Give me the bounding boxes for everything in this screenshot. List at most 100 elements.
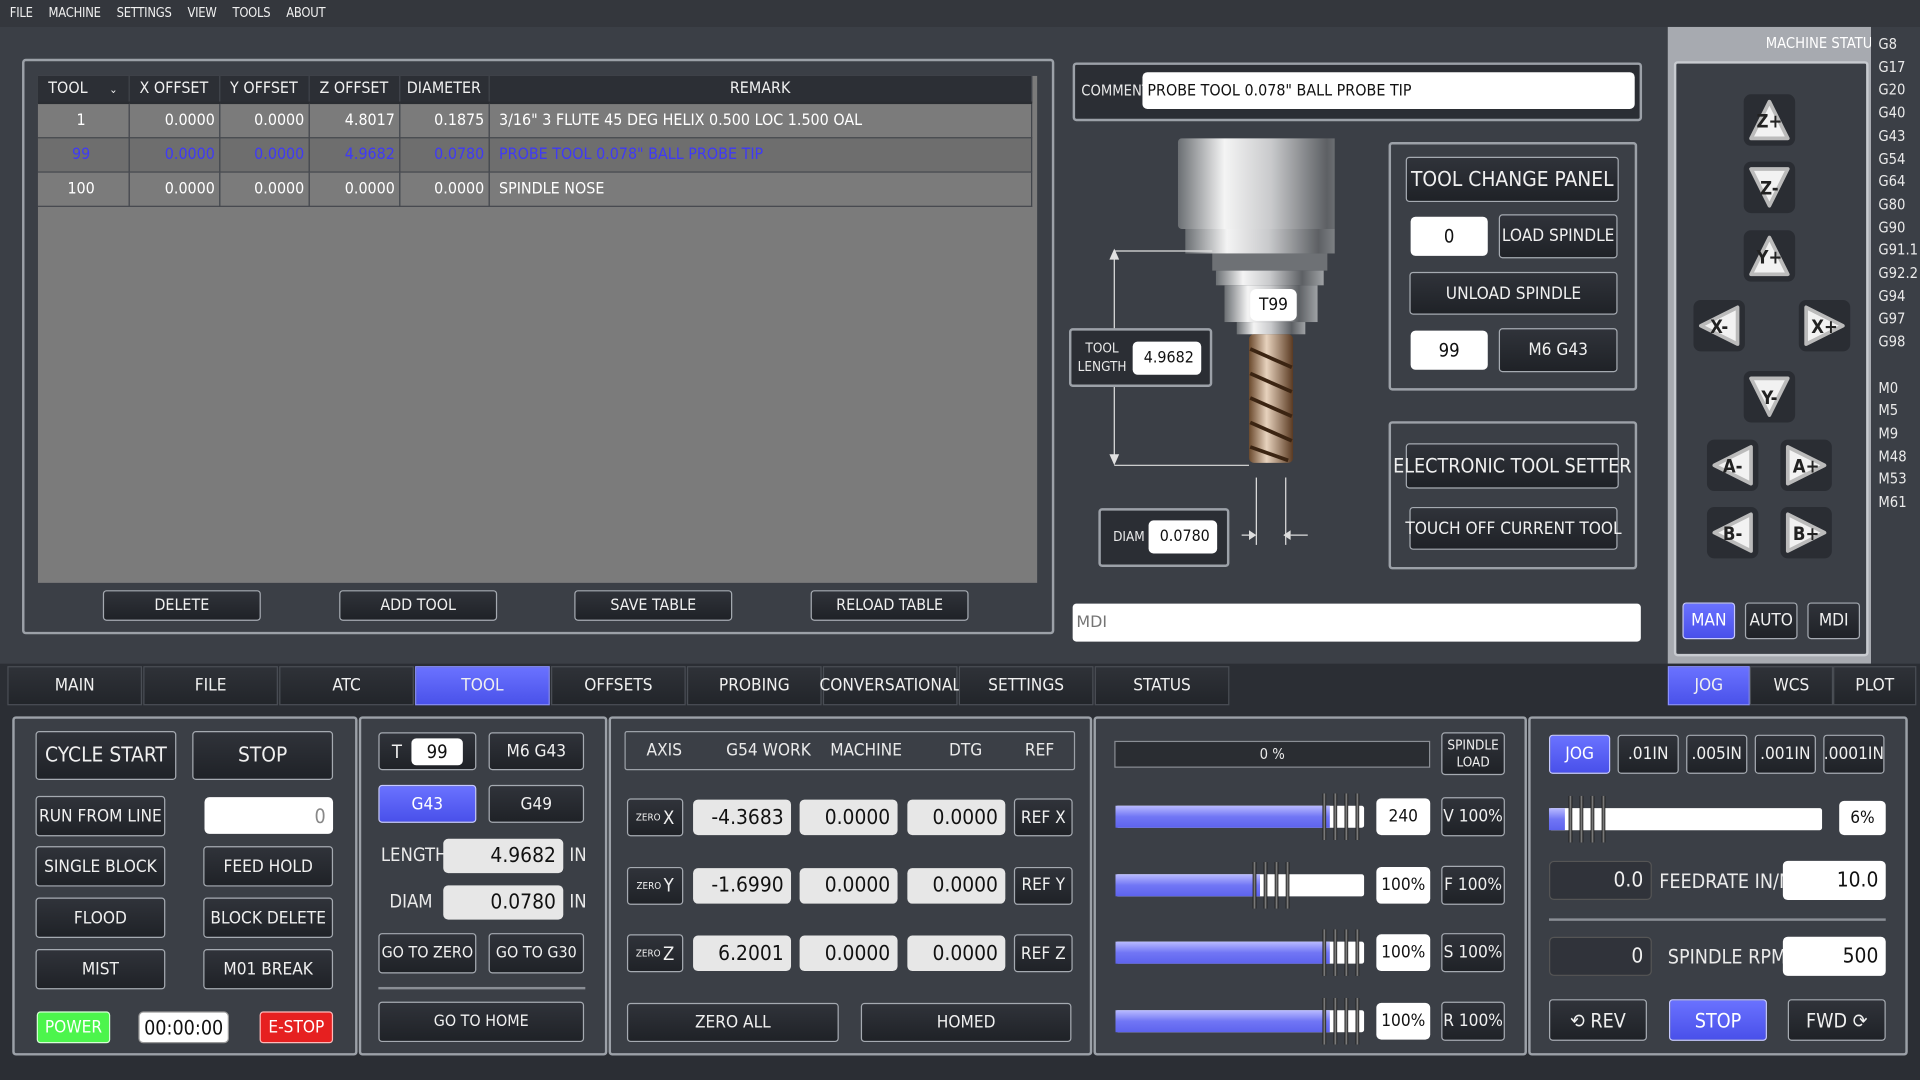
estop-button[interactable]: E-STOP <box>259 1011 334 1044</box>
spindle-override-reset-button[interactable]: S 100% <box>1441 933 1505 973</box>
jog-inc-01-button[interactable]: .01IN <box>1617 734 1679 774</box>
table-row[interactable]: 1 0.0000 0.0000 4.8017 0.1875 3/16" 3 FLUTE 4… <box>37 102 1033 138</box>
spindle-rpm-set-field[interactable]: 500 <box>1782 936 1886 976</box>
cell-remark[interactable]: PROBE TOOL 0.078" BALL PROBE TIP <box>488 137 1033 173</box>
col-remark[interactable]: REMARK <box>488 75 1033 105</box>
jog-inc-005-button[interactable]: .005IN <box>1686 734 1748 774</box>
jog-inc-0001-button[interactable]: .0001IN <box>1823 734 1885 774</box>
tab-atc[interactable]: ATC <box>279 666 414 706</box>
go-to-home-button[interactable]: GO TO HOME <box>378 1001 585 1043</box>
jog-zplus-button[interactable]: Z+ <box>1743 94 1796 146</box>
zero-x-button[interactable]: ZERO X <box>626 798 684 837</box>
unload-spindle-button[interactable]: UNLOAD SPINDLE <box>1409 271 1618 315</box>
tab-probing[interactable]: PROBING <box>686 666 822 706</box>
go-to-zero-button[interactable]: GO TO ZERO <box>378 933 477 974</box>
table-row-selected[interactable]: 99 0.0000 0.0000 4.9682 0.0780 PROBE TOOL 0.0… <box>37 137 1033 173</box>
feedrate-set-field[interactable]: 10.0 <box>1782 860 1886 901</box>
load-spindle-button[interactable]: LOAD SPINDLE <box>1498 214 1618 259</box>
add-tool-button[interactable]: ADD TOOL <box>339 590 498 621</box>
jog-zminus-button[interactable]: Z- <box>1743 161 1796 214</box>
touch-off-button[interactable]: TOUCH OFF CURRENT TOOL <box>1405 506 1622 550</box>
spindle-stop-button[interactable]: STOP <box>1668 999 1767 1041</box>
cell-y[interactable]: 0.0000 <box>219 102 310 138</box>
power-button[interactable]: POWER <box>36 1011 111 1044</box>
m6-tool-number-field[interactable]: 99 <box>1410 330 1488 370</box>
delete-tool-button[interactable]: DELETE <box>102 590 261 621</box>
cell-diameter[interactable]: 0.0780 <box>399 137 490 173</box>
menu-tools[interactable]: TOOLS <box>223 6 277 21</box>
cell-x[interactable]: 0.0000 <box>128 171 220 207</box>
go-to-g30-button[interactable]: GO TO G30 <box>488 933 585 974</box>
zero-y-button[interactable]: ZERO Y <box>626 866 684 905</box>
block-delete-button[interactable]: BLOCK DELETE <box>203 897 334 938</box>
cell-remark[interactable]: SPINDLE NOSE <box>488 171 1033 207</box>
cycle-start-button[interactable]: CYCLE START <box>35 731 177 781</box>
menu-file[interactable]: FILE <box>0 6 39 21</box>
g43-button[interactable]: G43 <box>378 784 477 823</box>
cell-diameter[interactable]: 0.0000 <box>399 171 490 207</box>
col-y-offset[interactable]: Y OFFSET <box>219 75 310 105</box>
cell-y[interactable]: 0.0000 <box>219 137 310 173</box>
feed-hold-button[interactable]: FEED HOLD <box>203 846 334 887</box>
cell-remark[interactable]: 3/16" 3 FLUTE 45 DEG HELIX 0.500 LOC 1.5… <box>488 102 1033 138</box>
spindle-fwd-button[interactable]: FWD ⟳ <box>1787 999 1886 1041</box>
col-x-offset[interactable]: X OFFSET <box>128 75 220 105</box>
tab-offsets[interactable]: OFFSETS <box>551 666 686 706</box>
mode-man-button[interactable]: MAN <box>1682 602 1736 640</box>
right-tab-plot[interactable]: PLOT <box>1833 666 1917 706</box>
run-from-line-button[interactable]: RUN FROM LINE <box>35 795 166 837</box>
ref-z-button[interactable]: REF Z <box>1013 934 1073 973</box>
tab-conversational[interactable]: CONVERSATIONAL <box>819 666 961 706</box>
zero-z-button[interactable]: ZERO Z <box>626 934 684 973</box>
spindle-override-slider[interactable] <box>1115 929 1365 977</box>
feed-override-slider[interactable] <box>1115 861 1365 909</box>
stop-button[interactable]: STOP <box>192 731 334 781</box>
single-block-button[interactable]: SINGLE BLOCK <box>35 846 166 887</box>
jog-speed-slider[interactable] <box>1548 795 1823 843</box>
run-from-line-field[interactable]: 0 <box>204 797 334 834</box>
tab-tool[interactable]: TOOL <box>415 666 550 706</box>
rapid-override-reset-button[interactable]: R 100% <box>1441 1001 1505 1041</box>
mdi-input[interactable] <box>1072 603 1641 642</box>
zero-all-button[interactable]: ZERO ALL <box>626 1002 839 1043</box>
velocity-override-reset-button[interactable]: V 100% <box>1441 797 1505 837</box>
jog-yplus-button[interactable]: Y+ <box>1743 230 1796 282</box>
reload-table-button[interactable]: RELOAD TABLE <box>810 590 969 621</box>
ref-y-button[interactable]: REF Y <box>1013 866 1073 905</box>
tab-main[interactable]: MAIN <box>7 666 143 706</box>
spindle-rev-button[interactable]: ⟲ REV <box>1548 999 1647 1041</box>
ref-x-button[interactable]: REF X <box>1013 798 1073 837</box>
cell-x[interactable]: 0.0000 <box>128 102 220 138</box>
jog-yminus-button[interactable]: Y- <box>1743 371 1796 423</box>
cell-x[interactable]: 0.0000 <box>128 137 220 173</box>
jog-xplus-button[interactable]: X+ <box>1798 300 1851 352</box>
cell-tool[interactable]: 1 <box>37 102 130 138</box>
jog-speed-knob[interactable] <box>1565 795 1609 843</box>
menu-about[interactable]: ABOUT <box>276 6 331 21</box>
m6-g43-button[interactable]: M6 G43 <box>1498 328 1618 373</box>
rapid-override-slider[interactable] <box>1115 997 1365 1045</box>
load-tool-number-field[interactable]: 0 <box>1410 216 1488 256</box>
feed-override-reset-button[interactable]: F 100% <box>1441 865 1505 905</box>
mode-mdi-button[interactable]: MDI <box>1807 602 1861 640</box>
jog-aplus-button[interactable]: A+ <box>1780 439 1832 492</box>
spindle-override-knob[interactable] <box>1318 929 1362 977</box>
cell-y[interactable]: 0.0000 <box>219 171 310 207</box>
cell-tool[interactable]: 100 <box>37 171 130 207</box>
flood-button[interactable]: FLOOD <box>35 897 166 938</box>
save-table-button[interactable]: SAVE TABLE <box>574 590 733 621</box>
table-row[interactable]: 100 0.0000 0.0000 0.0000 0.0000 SPINDLE NOSE <box>37 171 1033 207</box>
tab-file[interactable]: FILE <box>143 666 278 706</box>
feed-override-knob[interactable] <box>1249 861 1293 909</box>
col-tool[interactable]: TOOL ⌄ <box>37 75 130 105</box>
cell-z[interactable]: 0.0000 <box>308 171 400 207</box>
tab-status[interactable]: STATUS <box>1094 666 1230 706</box>
cell-z[interactable]: 4.8017 <box>308 102 400 138</box>
cell-diameter[interactable]: 0.1875 <box>399 102 490 138</box>
jog-bplus-button[interactable]: B+ <box>1780 506 1832 559</box>
tab-settings[interactable]: SETTINGS <box>958 666 1094 706</box>
jog-aminus-button[interactable]: A- <box>1706 439 1759 492</box>
m6-g43-tool-button[interactable]: M6 G43 <box>488 732 585 771</box>
menu-view[interactable]: VIEW <box>178 6 223 21</box>
mist-button[interactable]: MIST <box>35 948 166 990</box>
